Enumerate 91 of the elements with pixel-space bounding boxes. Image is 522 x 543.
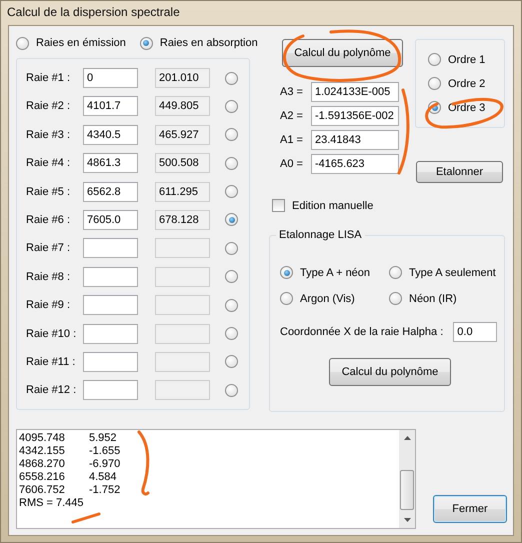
group-title: Etalonnage LISA — [276, 229, 365, 241]
line-radio[interactable] — [225, 100, 238, 113]
log-value: 4868.270 — [19, 458, 66, 471]
line-label: Raie #3 : — [26, 128, 72, 141]
wavelength-field[interactable]: 4861.3 — [83, 153, 138, 174]
lisa-radio[interactable]: Argon (Vis) — [280, 292, 389, 305]
lisa-radio[interactable]: Type A seulement — [389, 266, 504, 279]
mode-radio[interactable]: Raies en absorption — [140, 36, 258, 50]
wavelength-field[interactable] — [83, 238, 138, 258]
position-field[interactable] — [155, 295, 210, 316]
log-value: -6.970 — [89, 458, 122, 471]
halpha-label: Coordonnée X de la raie Halpha : — [280, 326, 444, 338]
manual-edit-checkbox[interactable]: Edition manuelle — [272, 199, 374, 212]
line-radio[interactable] — [225, 156, 238, 170]
wavelength-field[interactable] — [83, 352, 138, 372]
order-radio[interactable]: Ordre 3 — [428, 101, 504, 114]
line-label: Raie #8 : — [26, 270, 72, 283]
log-value: -1.752 — [89, 484, 122, 497]
line-radio[interactable] — [225, 242, 238, 255]
position-field[interactable]: 678.128 — [155, 210, 210, 230]
wavelength-field[interactable] — [83, 324, 138, 344]
line-label: Raie #5 : — [26, 186, 72, 198]
line-radio[interactable] — [225, 128, 238, 142]
window-title: Calcul de la dispersion spectrale — [6, 4, 181, 21]
order-radio[interactable]: Ordre 2 — [428, 77, 504, 90]
wavelength-field[interactable] — [83, 295, 138, 316]
calibrate-button[interactable]: Etalonner — [416, 161, 503, 183]
position-field[interactable] — [155, 238, 210, 258]
coefficient-field[interactable]: 23.41843 — [311, 130, 399, 150]
line-label: Raie #6 : — [26, 214, 72, 226]
annotation-bracket — [138, 430, 150, 496]
scrollbar[interactable] — [399, 430, 415, 528]
wavelength-field[interactable] — [83, 266, 138, 287]
log-value: 7606.752 — [19, 484, 66, 497]
calculate-button[interactable]: Calcul du polynôme — [282, 39, 403, 67]
line-label: Raie #10 : — [26, 328, 78, 340]
close-button[interactable]: Fermer — [433, 495, 507, 523]
wavelength-field[interactable]: 0 — [83, 68, 138, 88]
line-radio[interactable] — [225, 213, 238, 226]
log-value: -1.655 — [89, 445, 122, 458]
coefficient-label: A1 = — [279, 134, 304, 146]
wavelength-field[interactable] — [83, 380, 138, 400]
coefficient-label: A0 = — [279, 158, 304, 170]
coefficient-field[interactable]: -1.591356E-002 — [311, 106, 399, 126]
line-radio[interactable] — [225, 355, 238, 368]
wavelength-field[interactable]: 4340.5 — [83, 124, 138, 145]
wavelength-field[interactable]: 6562.8 — [83, 182, 138, 202]
scroll-up-icon[interactable] — [404, 436, 410, 440]
rms-text: RMS = 7.445 — [19, 497, 85, 510]
position-field[interactable] — [155, 352, 210, 372]
log-value: 4095.748 — [19, 432, 66, 445]
log-value: 6558.216 — [19, 471, 66, 484]
coefficient-label: A2 = — [279, 110, 304, 122]
annotation-line — [72, 512, 100, 524]
coefficient-label: A3 = — [279, 86, 304, 98]
line-radio[interactable] — [225, 298, 238, 312]
position-field[interactable] — [155, 380, 210, 400]
line-radio[interactable] — [225, 270, 238, 284]
position-field[interactable]: 201.010 — [155, 68, 210, 88]
line-radio[interactable] — [225, 384, 238, 397]
position-field[interactable]: 611.295 — [155, 182, 210, 202]
line-radio[interactable] — [225, 185, 238, 198]
results-box[interactable]: 4095.748 5.952 4342.155 -1.655 4868.270 -6.970 6558.216 4.584 7606.752 -1.752 RMS = 7.445 — [16, 429, 416, 529]
log-value: 5.952 — [89, 432, 118, 445]
position-field[interactable] — [155, 324, 210, 344]
line-label: Raie #7 : — [26, 242, 72, 254]
coefficient-field[interactable]: 1.024133E-005 — [311, 82, 399, 102]
halpha-field[interactable]: 0.0 — [453, 322, 498, 342]
line-label: Raie #9 : — [26, 299, 72, 312]
line-label: Raie #2 : — [26, 100, 72, 112]
order-radio[interactable]: Ordre 1 — [428, 53, 504, 66]
wavelength-field[interactable]: 4101.7 — [83, 96, 138, 116]
lisa-radio[interactable]: Néon (IR) — [389, 292, 504, 305]
calculate-button[interactable]: Calcul du polynôme — [329, 358, 451, 386]
position-field[interactable]: 465.927 — [155, 124, 210, 145]
lisa-radio[interactable]: Type A + néon — [280, 266, 389, 279]
line-radio[interactable] — [225, 327, 238, 340]
coefficient-field[interactable]: -4165.623 — [311, 154, 399, 174]
position-field[interactable]: 500.508 — [155, 153, 210, 174]
line-label: Raie #11 : — [26, 356, 76, 368]
line-label: Raie #4 : — [26, 157, 72, 170]
wavelength-field[interactable]: 7605.0 — [83, 210, 138, 230]
position-field[interactable] — [155, 266, 210, 287]
line-label: Raie #12 : — [26, 384, 78, 396]
scroll-down-icon[interactable] — [404, 518, 410, 522]
log-value: 4342.155 — [19, 445, 66, 458]
mode-radio[interactable]: Raies en émission — [16, 36, 126, 50]
line-radio[interactable] — [225, 72, 238, 84]
log-value: 4.584 — [89, 471, 118, 484]
position-field[interactable]: 449.805 — [155, 96, 210, 116]
line-label: Raie #1 : — [26, 72, 72, 84]
